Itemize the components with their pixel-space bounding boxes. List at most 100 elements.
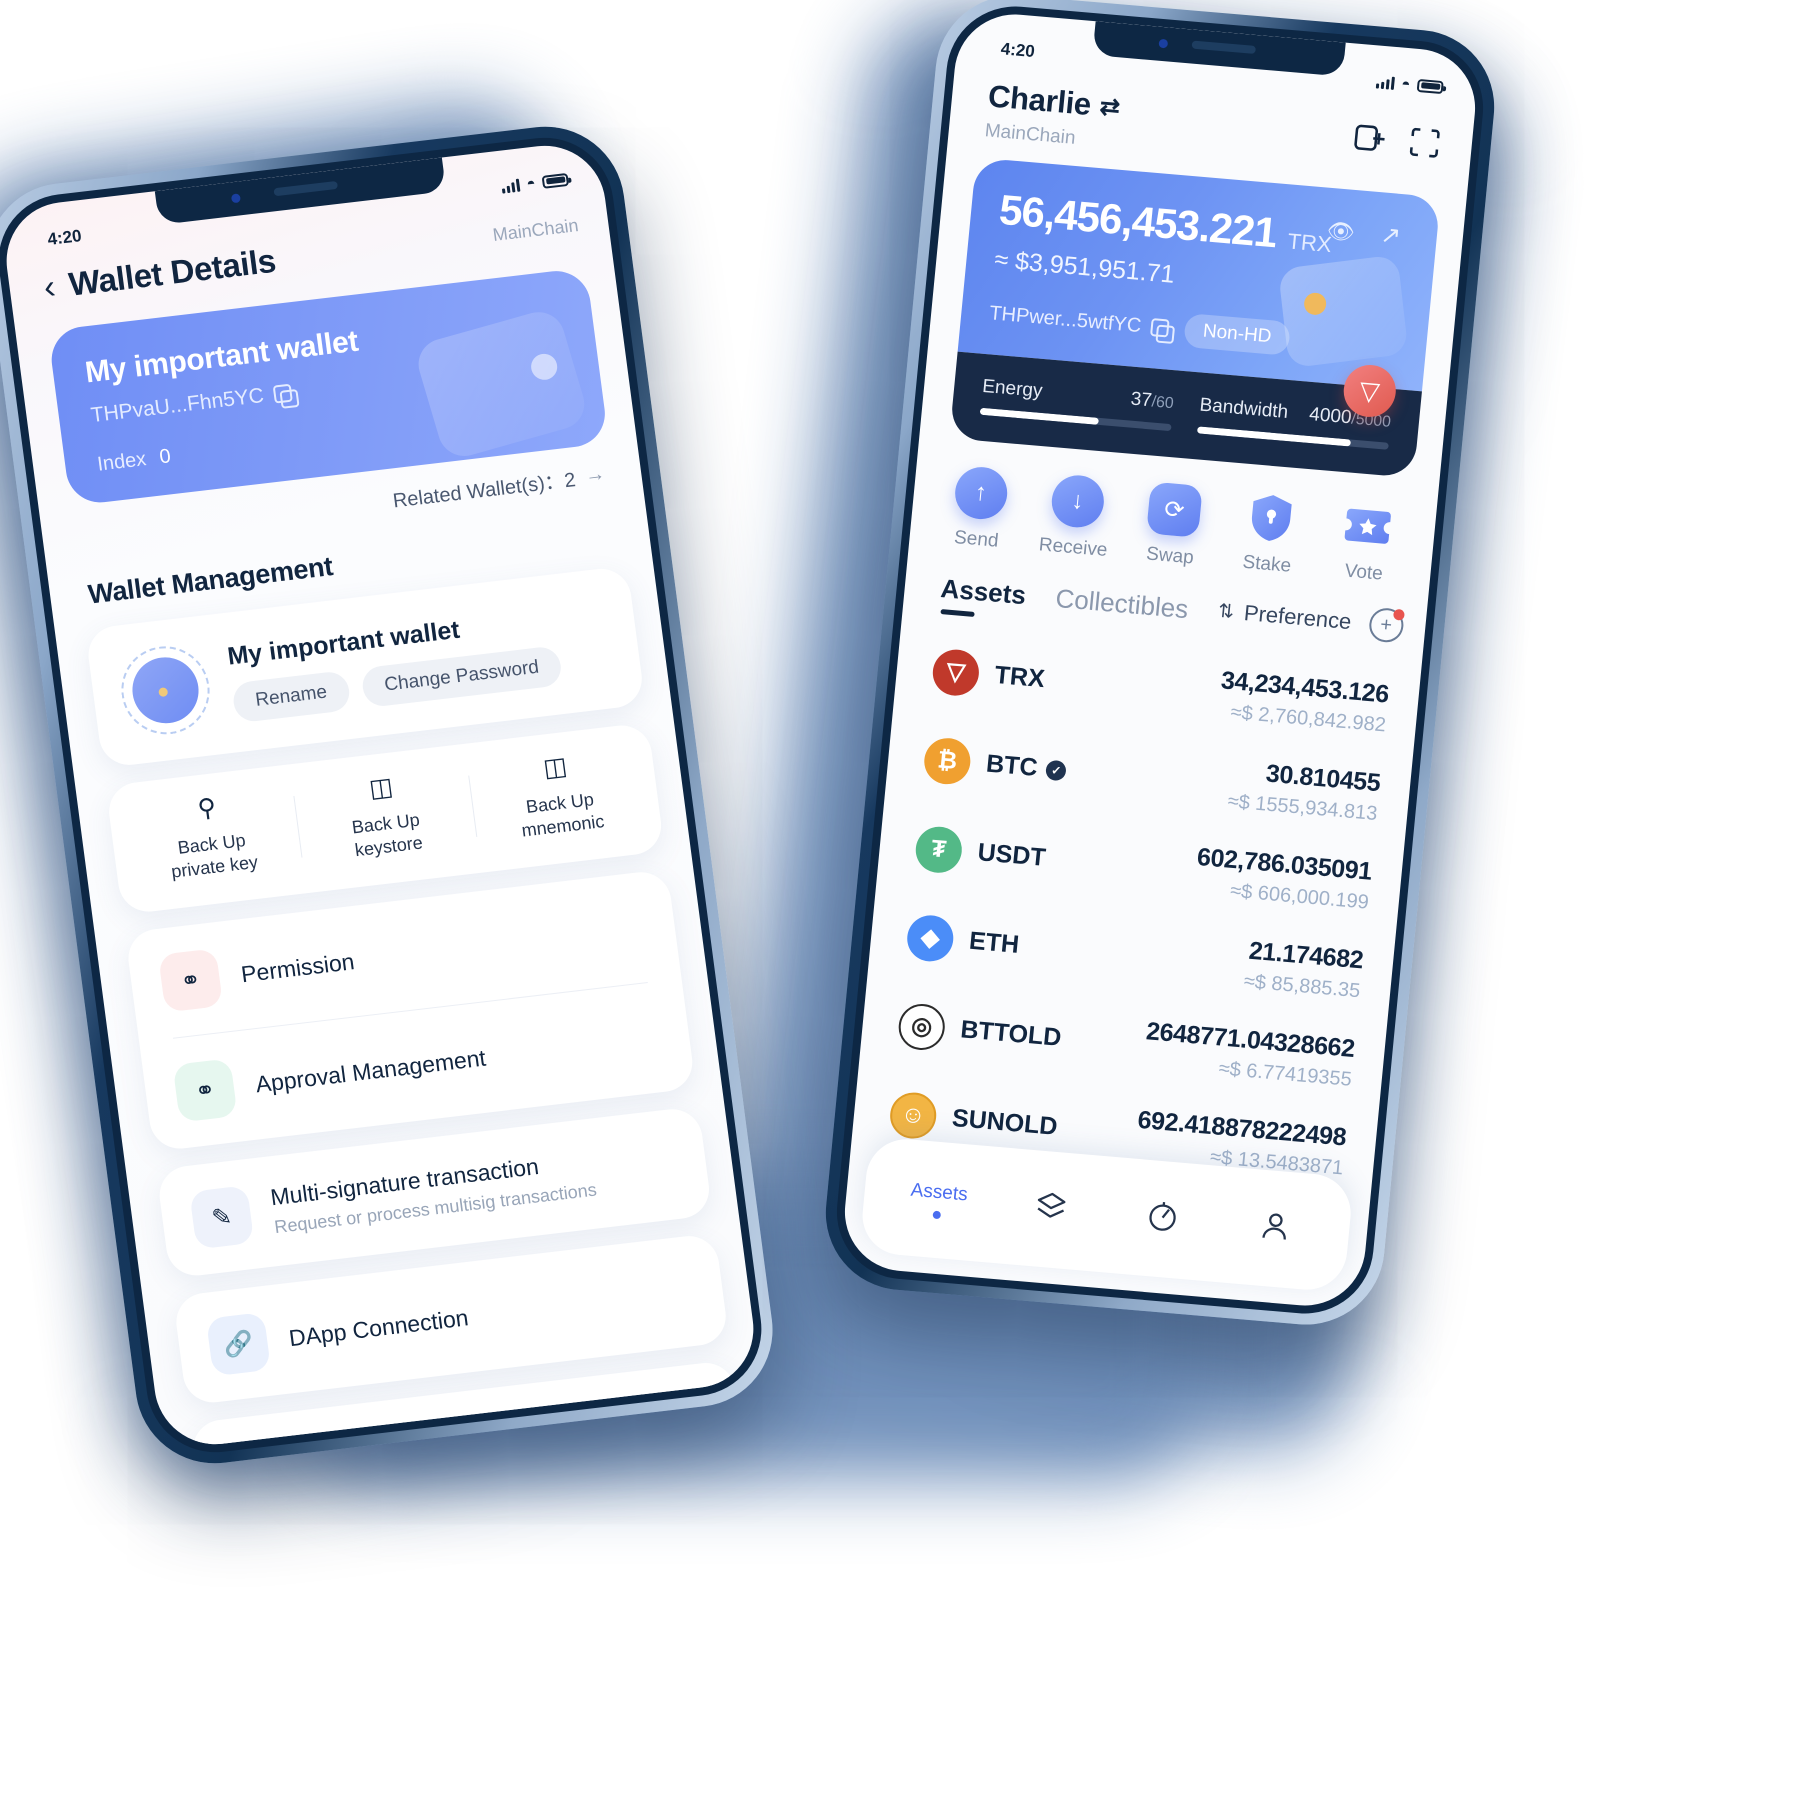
wifi-icon: ◓	[1400, 75, 1412, 93]
change-password-button[interactable]: Change Password	[360, 644, 564, 708]
add-wallet-icon[interactable]	[1350, 120, 1387, 157]
key-icon: ⚲	[195, 793, 218, 824]
profile-icon	[1217, 1204, 1333, 1253]
asset-usd: ≈$ 85,885.35	[1242, 970, 1362, 1003]
wallet-address: THPwer...5wtfYC	[988, 301, 1143, 337]
nav-label: Assets	[909, 1179, 969, 1205]
wallet-3d-illustration	[1277, 254, 1409, 369]
wallet-home-screen: 4:20 ◓ Charlie ⇄ MainChain 👁 ↗ 56,456,45…	[839, 9, 1481, 1311]
chain-label: MainChain	[983, 120, 1077, 149]
add-token-icon[interactable]: +	[1367, 606, 1405, 644]
asset-symbol: BTTOLD	[959, 1015, 1063, 1052]
resource-energy[interactable]: Energy 37/60	[979, 375, 1175, 432]
battery-icon	[1416, 78, 1444, 94]
nav-item-compass[interactable]	[1105, 1195, 1221, 1244]
asset-symbol: SUNOLD	[950, 1103, 1059, 1141]
copy-icon[interactable]	[1150, 318, 1170, 338]
related-wallets-label: Related Wallet(s)：2	[391, 469, 578, 513]
account-switcher[interactable]: Charlie ⇄	[987, 78, 1122, 125]
tab-assets[interactable]: Assets	[938, 573, 1027, 623]
keystore-icon: ◫	[367, 772, 395, 804]
notch	[154, 157, 447, 225]
asset-amount: 21.174682	[1247, 936, 1365, 975]
switch-account-icon[interactable]: ⇄	[1098, 91, 1121, 122]
asset-symbol: USDT	[976, 838, 1047, 872]
earpiece-speaker	[1191, 40, 1257, 54]
chain-label: MainChain	[491, 214, 580, 245]
cellular-bars-icon	[1375, 75, 1395, 90]
nav-item-layers[interactable]	[993, 1185, 1109, 1234]
asset-symbol: TRX	[993, 661, 1046, 694]
bitcoin-logo-icon: ₿	[922, 735, 973, 786]
menu-label: Approval Management	[253, 1044, 488, 1097]
action-receive[interactable]: ↓ Receive	[1024, 471, 1129, 563]
ethereum-logo-icon: ◆	[905, 913, 956, 963]
asset-list: ▽ TRX 34,234,453.126 ≈$ 2,760,842.982 ₿ …	[850, 613, 1422, 1199]
arrow-down-icon: ↓	[1049, 473, 1107, 530]
wifi-icon: ◓	[525, 174, 537, 193]
notch	[1092, 21, 1346, 77]
pen-icon: ✎	[189, 1185, 255, 1250]
copy-icon[interactable]	[272, 383, 293, 404]
backup-private-key-button[interactable]: ⚲ Back Up private key	[118, 786, 303, 888]
arrow-up-right-icon[interactable]: ↗	[1379, 220, 1402, 251]
layers-icon	[993, 1185, 1109, 1234]
scan-qr-icon[interactable]	[1406, 124, 1443, 161]
wallet-address-row[interactable]: THPwer...5wtfYC	[988, 302, 1170, 340]
mnemonic-icon: ◫	[541, 752, 569, 783]
resource-used: 37	[1129, 388, 1153, 412]
arrow-up-icon: ↑	[952, 464, 1010, 522]
wallet-avatar-icon	[116, 641, 215, 740]
resource-label: Bandwidth	[1198, 394, 1290, 423]
index-value: 0	[158, 445, 173, 469]
action-swap[interactable]: ⟳ Swap	[1120, 480, 1225, 572]
active-dot-indicator	[932, 1210, 942, 1219]
link-icon: 🔗	[205, 1312, 272, 1377]
back-button[interactable]: ‹	[41, 268, 57, 307]
status-time: 4:20	[46, 226, 83, 249]
index-label: Index	[96, 448, 148, 476]
sun-logo-icon: ☺	[888, 1090, 939, 1140]
earpiece-speaker	[273, 180, 339, 197]
asset-symbol: BTC	[984, 749, 1039, 782]
bittorrent-logo-icon: ◎	[896, 1001, 947, 1052]
backup-mnemonic-button[interactable]: ◫ Back Up mnemonic	[467, 745, 652, 847]
account-name: Charlie	[986, 78, 1093, 123]
battery-icon	[541, 172, 570, 189]
front-camera-icon	[230, 193, 242, 204]
nav-item-assets[interactable]: Assets	[881, 1177, 997, 1223]
arrow-right-icon: →	[583, 462, 607, 487]
shield-lock-icon	[1243, 490, 1300, 546]
resource-label: Energy	[981, 375, 1044, 402]
status-badge: Non-HD	[1183, 313, 1291, 356]
resource-used: 4000	[1308, 403, 1353, 429]
rename-button[interactable]: Rename	[231, 669, 352, 723]
vote-ticket-icon	[1340, 498, 1397, 554]
balance-amount: 56,456,453.221	[997, 185, 1279, 257]
backup-keystore-button[interactable]: ◫ Back Up keystore	[292, 766, 477, 868]
eye-icon[interactable]: 👁	[1326, 218, 1356, 246]
sort-icon[interactable]: ⇅	[1217, 599, 1235, 623]
approval-user-icon: ⚭	[172, 1058, 238, 1123]
action-send[interactable]: ↑ Send	[927, 463, 1032, 555]
permission-user-icon: ⚭	[157, 948, 224, 1013]
tron-logo-icon: ▽	[930, 647, 982, 697]
compass-icon	[1105, 1195, 1221, 1244]
menu-label: Permission	[239, 947, 356, 987]
verified-badge-icon: ✓	[1045, 759, 1068, 781]
status-time: 4:20	[999, 39, 1036, 62]
swap-icon: ⟳	[1146, 481, 1203, 538]
cellular-bars-icon	[501, 178, 521, 194]
front-camera-icon	[1158, 38, 1169, 49]
preference-button[interactable]: Preference	[1243, 600, 1353, 635]
balance-card: 👁 ↗ 56,456,453.221 TRX ≈ $3,951,951.71 T…	[957, 157, 1441, 392]
menu-label: DApp Connection	[287, 1303, 470, 1351]
tether-logo-icon: ₮	[913, 824, 964, 875]
wallet-address: THPvaU...Fhn5YC	[89, 383, 266, 428]
nav-item-profile[interactable]	[1217, 1204, 1333, 1253]
asset-symbol: ETH	[967, 926, 1021, 959]
action-stake[interactable]: Stake	[1217, 488, 1322, 580]
permissions-card: ⚭ Permission ⚭ Approval Management	[124, 868, 696, 1152]
resource-total: 60	[1155, 393, 1175, 413]
action-vote[interactable]: Vote	[1314, 496, 1419, 588]
